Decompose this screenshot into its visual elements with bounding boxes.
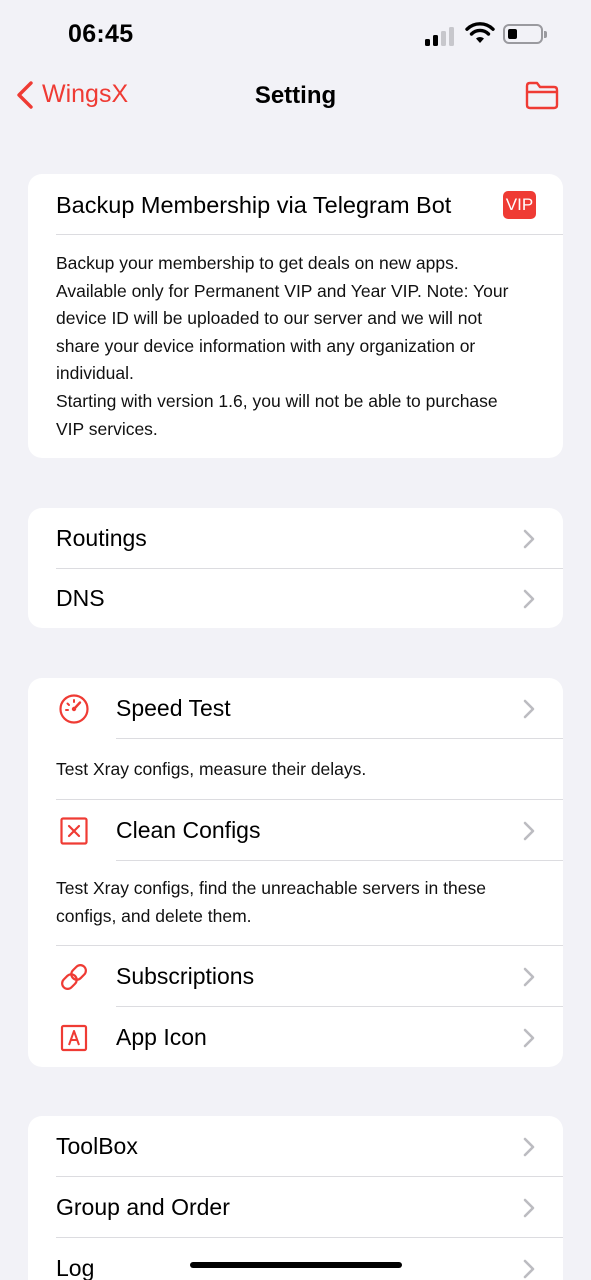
subscriptions-label: Subscriptions xyxy=(116,963,255,989)
folder-icon xyxy=(525,81,559,110)
chevron-right-icon xyxy=(523,1137,535,1157)
divider xyxy=(56,234,563,235)
description-line: share your device information with any o… xyxy=(56,335,476,356)
speed-test-description: Test Xray configs, measure their delays. xyxy=(56,759,367,779)
log-row[interactable]: Log xyxy=(28,1238,563,1280)
chevron-right-icon xyxy=(523,589,535,609)
status-time: 06:45 xyxy=(68,20,134,48)
navigation-bar: WingsX Setting xyxy=(0,70,591,122)
misc-settings-card: ToolBox Group and Order Log xyxy=(28,1116,563,1280)
toolbox-row[interactable]: ToolBox xyxy=(28,1116,563,1176)
description-line: VIP services. xyxy=(56,418,158,439)
chevron-right-icon xyxy=(523,967,535,987)
dns-row[interactable]: DNS xyxy=(28,568,563,628)
routings-row[interactable]: Routings xyxy=(28,508,563,568)
vip-badge: VIP xyxy=(503,191,536,219)
home-indicator[interactable] xyxy=(190,1262,402,1268)
description-line: Backup your membership to get deals on n… xyxy=(56,253,459,273)
divider xyxy=(116,738,563,739)
chevron-right-icon xyxy=(523,529,535,549)
description-line: Test Xray configs, find the unreachable … xyxy=(56,878,486,898)
a-square-icon xyxy=(60,1024,88,1052)
speed-test-row[interactable]: Speed Test xyxy=(28,678,563,738)
cellular-signal-icon xyxy=(425,26,457,46)
status-bar: 06:45 xyxy=(0,0,591,70)
settings-screen: 06:45 WingsX Setting Backup Membership v… xyxy=(0,0,591,1280)
description-line: configs, and delete them. xyxy=(56,905,252,926)
toolbox-label: ToolBox xyxy=(56,1133,138,1159)
chevron-right-icon xyxy=(523,1198,535,1218)
description-line: individual. xyxy=(56,363,134,384)
backup-membership-card: Backup Membership via Telegram Bot VIP B… xyxy=(28,174,563,458)
app-icon-label: App Icon xyxy=(116,1024,207,1050)
wifi-icon xyxy=(465,22,495,43)
log-label: Log xyxy=(56,1255,95,1280)
divider xyxy=(116,860,563,861)
app-icon-row[interactable]: App Icon xyxy=(28,1007,563,1067)
battery-icon xyxy=(503,24,547,44)
description-line: Available only for Permanent VIP and Yea… xyxy=(56,280,509,301)
clean-configs-label: Clean Configs xyxy=(116,817,261,843)
clean-configs-row[interactable]: Clean Configs xyxy=(28,800,563,860)
tools-card: Speed Test Test Xray configs, measure th… xyxy=(28,678,563,1067)
network-settings-card: Routings DNS xyxy=(28,508,563,628)
chevron-right-icon xyxy=(523,699,535,719)
speedometer-icon xyxy=(59,694,89,724)
group-and-order-row[interactable]: Group and Order xyxy=(28,1177,563,1237)
page-title: Setting xyxy=(254,82,337,109)
backup-description: Backup your membership to get deals on n… xyxy=(56,250,546,443)
group-and-order-label: Group and Order xyxy=(56,1194,230,1220)
dns-label: DNS xyxy=(56,585,105,611)
description-line: device ID will be uploaded to our server… xyxy=(56,308,483,329)
clean-configs-description: Test Xray configs, find the unreachable … xyxy=(56,875,546,930)
backup-title: Backup Membership via Telegram Bot xyxy=(56,192,452,218)
routings-label: Routings xyxy=(56,525,147,551)
chevron-right-icon xyxy=(523,821,535,841)
chevron-right-icon xyxy=(523,1028,535,1048)
folder-button[interactable] xyxy=(524,80,560,115)
speed-test-label: Speed Test xyxy=(116,695,231,721)
description-line: Starting with version 1.6, you will not … xyxy=(56,390,498,411)
x-square-icon xyxy=(60,817,88,845)
link-icon xyxy=(61,964,87,990)
subscriptions-row[interactable]: Subscriptions xyxy=(28,946,563,1006)
chevron-right-icon xyxy=(523,1259,535,1279)
